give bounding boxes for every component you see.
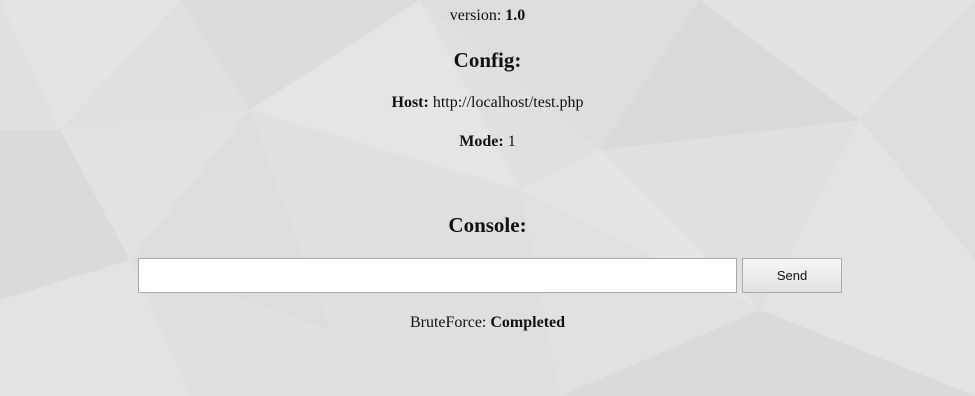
version-label: version: xyxy=(449,7,502,24)
send-button[interactable]: Send xyxy=(742,258,842,293)
mode-line: Mode: 1 xyxy=(0,131,975,153)
console-input[interactable] xyxy=(138,258,737,293)
host-value: http://localhost/test.php xyxy=(432,94,584,111)
console-heading: Console: xyxy=(448,213,527,237)
status-label: BruteForce: xyxy=(409,314,487,331)
version-line: version: 1.0 xyxy=(0,5,975,27)
status-line: BruteForce: Completed xyxy=(0,312,975,334)
status-value: Completed xyxy=(490,314,566,331)
version-value: 1.0 xyxy=(505,7,526,24)
mode-value: 1 xyxy=(507,133,516,150)
main-content: version: 1.0 Config: Host: http://localh… xyxy=(0,0,975,396)
mode-label: Mode: xyxy=(459,133,504,150)
config-heading: Config: xyxy=(453,48,522,72)
host-line: Host: http://localhost/test.php xyxy=(0,92,975,114)
host-label: Host: xyxy=(391,94,429,111)
